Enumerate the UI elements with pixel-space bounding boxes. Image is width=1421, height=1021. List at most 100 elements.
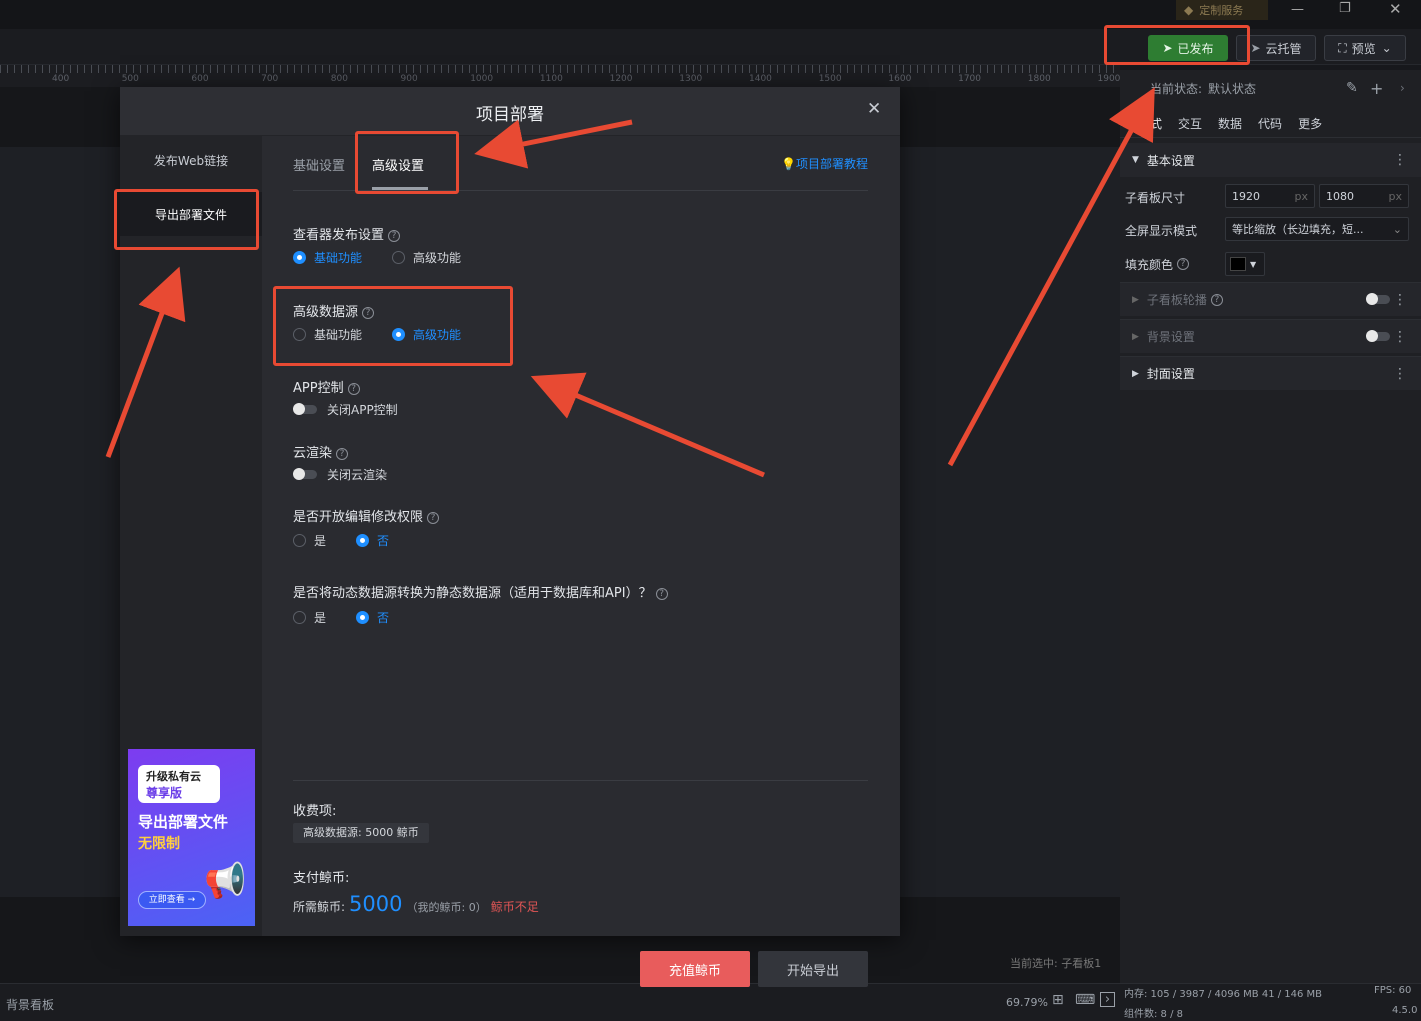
edit-permission-options: 是 否 — [293, 532, 389, 549]
carousel-label: 子看板轮播 — [1146, 293, 1207, 307]
app-control-toggle-row: 关闭APP控制 — [293, 401, 398, 418]
charge-item-text: 高级数据源: 5000 鲸币 — [303, 826, 419, 839]
background-toggle[interactable] — [1366, 330, 1390, 342]
required-amount: 5000 — [349, 892, 403, 916]
promo-banner[interactable]: 升级私有云 尊享版 导出部署文件 无限制 📢 立即查看 → — [128, 749, 255, 926]
close-icon[interactable]: ✕ — [867, 99, 881, 119]
memory-info: 内存: 105 / 3987 / 4096 MB 41 / 146 MB — [1124, 989, 1323, 1000]
tab-style[interactable]: 样式 — [1138, 115, 1162, 132]
static-convert-label: 是否将动态数据源转换为静态数据源（适用于数据库和API）？ — [293, 586, 652, 601]
background-label: 背景设置 — [1146, 330, 1195, 344]
zoom-level: 69.79% — [1006, 996, 1048, 1009]
recharge-button[interactable]: 充值鲸币 — [640, 951, 750, 987]
panel-tabs: 样式 交互 数据 代码 更多 — [1120, 110, 1421, 138]
radio-no[interactable] — [356, 534, 370, 547]
banner-cta[interactable]: 立即查看 → — [138, 891, 206, 909]
tutorial-link-label: 项目部署教程 — [795, 157, 868, 171]
pay-label: 支付鲸币: — [293, 871, 350, 886]
caret-right-icon: ▶ — [1132, 368, 1139, 379]
my-coins: （我的鲸币: 0） — [406, 901, 487, 914]
option-label: 高级功能 — [413, 251, 462, 265]
cloud-render-toggle[interactable] — [293, 468, 317, 480]
sidebar-item-label: 发布Web链接 — [153, 154, 229, 168]
radio-basic[interactable] — [293, 251, 306, 264]
ruler-tick-label: 1300 — [679, 74, 703, 84]
radio-no[interactable] — [356, 611, 370, 624]
megaphone-icon: 📢 — [204, 861, 247, 901]
ruler-tick-label: 1600 — [888, 74, 912, 84]
custom-service-badge[interactable]: ◆ 定制服务 — [1176, 0, 1268, 20]
restore-icon[interactable]: ❐ — [1339, 1, 1351, 16]
highlight-box-published — [1104, 25, 1250, 65]
add-icon[interactable]: + — [1370, 79, 1383, 98]
custom-service-label: 定制服务 — [1199, 4, 1244, 17]
ruler-tick-label: 1700 — [958, 74, 981, 84]
carousel-toggle[interactable] — [1366, 293, 1390, 305]
chevron-right-icon[interactable]: › — [1400, 81, 1405, 95]
help-icon[interactable]: ? — [427, 511, 440, 524]
keyboard-icon[interactable]: ⌨ — [1075, 992, 1095, 1008]
tutorial-link[interactable]: 💡项目部署教程 — [781, 155, 868, 172]
app-control-toggle[interactable] — [293, 403, 317, 415]
ruler-tick-label: 1400 — [749, 74, 772, 84]
state-label: 当前状态: — [1150, 81, 1203, 96]
width-input[interactable]: 1920 px — [1225, 184, 1315, 208]
radio-yes[interactable] — [293, 611, 306, 624]
static-convert-options: 是 否 — [293, 609, 389, 626]
ruler-tick-label: 1900 — [1097, 74, 1121, 84]
insufficient-text: 鲸币不足 — [490, 900, 539, 914]
close-window-icon[interactable]: ✕ — [1389, 0, 1402, 18]
more-icon[interactable]: ⋮ — [1393, 152, 1407, 168]
basic-settings-section[interactable]: ▼ 基本设置 ⋮ — [1120, 143, 1421, 177]
height-input[interactable]: 1080 px — [1319, 184, 1409, 208]
fullscreen-mode-select[interactable]: 等比缩放（长边填充，短... ⌄ — [1225, 217, 1409, 241]
option-label: 是 — [314, 534, 327, 548]
more-icon[interactable]: ⋮ — [1393, 366, 1407, 382]
carousel-section[interactable]: ▶ 子看板轮播 ? ⋮ — [1120, 282, 1421, 316]
tab-basic[interactable]: 基础设置 — [293, 155, 345, 174]
charge-label: 收费项: — [293, 804, 337, 819]
tab-data[interactable]: 数据 — [1218, 115, 1242, 132]
ruler-tick-label: 1000 — [470, 74, 494, 84]
background-board-label[interactable]: 背景看板 — [6, 996, 54, 1013]
tab-code[interactable]: 代码 — [1258, 115, 1282, 132]
tab-more[interactable]: 更多 — [1298, 115, 1322, 132]
ruler-tick-label: 500 — [121, 74, 139, 84]
export-button[interactable]: 开始导出 — [758, 951, 868, 987]
caret-down-icon: ▼ — [1250, 259, 1257, 269]
help-icon[interactable]: ? — [655, 587, 668, 600]
highlight-box-advanced-tab — [355, 131, 459, 194]
highlight-box-datasource — [273, 286, 513, 366]
export-label: 开始导出 — [786, 963, 839, 979]
more-icon[interactable]: ⋮ — [1393, 329, 1407, 345]
ruler-tick-label: 1200 — [609, 74, 633, 84]
more-icon[interactable]: ⋮ — [1393, 292, 1407, 308]
radio-advanced[interactable] — [392, 251, 406, 264]
property-panel: 当前状态: 默认状态 ✎ + › 样式 交互 数据 代码 更多 ▼ 基本设置 ⋮… — [1120, 70, 1421, 983]
fill-color-label: 填充颜色 — [1125, 257, 1174, 272]
background-section[interactable]: ▶ 背景设置 ⋮ — [1120, 319, 1421, 353]
terminal-icon[interactable]: › — [1100, 992, 1115, 1007]
edit-icon[interactable]: ✎ — [1346, 80, 1358, 96]
ruler-tick-label: 600 — [191, 74, 209, 84]
help-icon[interactable]: ? — [347, 382, 360, 395]
version-label: 4.5.0 — [1392, 1005, 1418, 1016]
cover-section[interactable]: ▶ 封面设置 ⋮ — [1120, 356, 1421, 390]
required-label: 所需鲸币: — [293, 900, 346, 914]
preview-button[interactable]: ⛶ 预览 ⌄ — [1324, 35, 1406, 61]
help-icon[interactable]: ? — [336, 447, 349, 460]
fit-icon[interactable]: ⊞ — [1052, 992, 1064, 1008]
highlight-box-export — [114, 189, 259, 250]
help-icon[interactable]: ? — [1210, 293, 1223, 306]
height-unit: px — [1388, 189, 1403, 203]
tab-interaction[interactable]: 交互 — [1178, 115, 1202, 132]
fill-color-picker[interactable]: ▼ — [1225, 252, 1265, 276]
minimize-icon[interactable]: — — [1291, 2, 1304, 17]
pay-summary: 所需鲸币: 5000 （我的鲸币: 0） 鲸币不足 — [293, 892, 539, 916]
basic-settings-label: 基本设置 — [1146, 153, 1195, 168]
help-icon[interactable]: ? — [388, 229, 401, 242]
sidebar-item-web-link[interactable]: 发布Web链接 — [120, 152, 262, 169]
radio-yes[interactable] — [293, 534, 306, 547]
fullscreen-mode-value: 等比缩放（长边填充，短... — [1232, 223, 1364, 236]
help-icon[interactable]: ? — [1177, 258, 1190, 270]
